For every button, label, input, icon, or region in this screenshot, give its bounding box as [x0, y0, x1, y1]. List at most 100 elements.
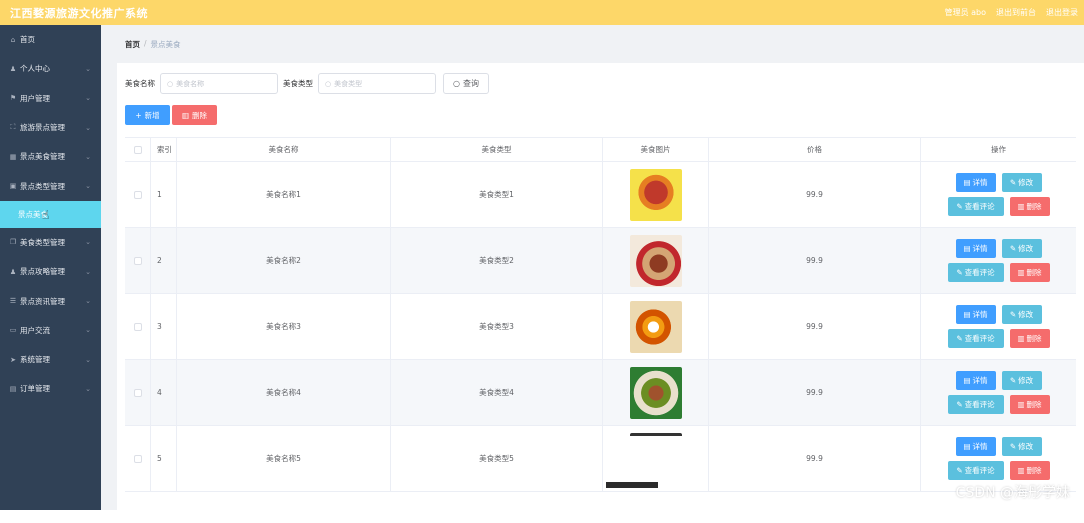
trash-icon: ▥ — [1017, 268, 1024, 277]
pencil-icon: ✎ — [956, 268, 962, 277]
plus-icon: + — [135, 111, 141, 120]
row-checkbox[interactable] — [134, 455, 142, 463]
row-checkbox[interactable] — [134, 191, 142, 199]
edit-button[interactable]: ✎修改 — [1002, 371, 1042, 390]
row-checkbox[interactable] — [134, 257, 142, 265]
detail-button[interactable]: ▤详情 — [956, 173, 996, 192]
content-panel: 美食名称 ○美食名称 美食类型 ○美食类型 ○查询 +新增 ▥删除 索引 美食名… — [117, 63, 1084, 523]
sidebar-item[interactable]: ▦景点美食管理⌄ — [0, 142, 101, 171]
chevron-down-icon: ⌄ — [85, 356, 91, 364]
edit-button[interactable]: ✎修改 — [1002, 239, 1042, 258]
header-price: 价格 — [709, 138, 921, 161]
breadcrumb-home[interactable]: 首页 — [125, 39, 140, 50]
detail-button[interactable]: ▤详情 — [956, 305, 996, 324]
sidebar-item[interactable]: ❐美食类型管理⌄ — [0, 228, 101, 257]
pencil-icon: ✎ — [1010, 178, 1016, 187]
batch-delete-button[interactable]: ▥删除 — [172, 105, 217, 125]
chevron-down-icon: ⌄ — [85, 297, 91, 305]
fullscreen-icon: ⛶ — [8, 123, 18, 132]
food-image[interactable] — [630, 367, 682, 419]
sidebar-item[interactable]: ♟景点攻略管理⌄ — [0, 257, 101, 286]
edit-button[interactable]: ✎修改 — [1002, 305, 1042, 324]
delete-button-label: 删除 — [1027, 267, 1042, 278]
pencil-icon: ✎ — [956, 466, 962, 475]
add-button[interactable]: +新增 — [125, 105, 170, 125]
delete-button[interactable]: ▥删除 — [1010, 263, 1050, 282]
logout-link[interactable]: 退出登录 — [1046, 7, 1078, 18]
name-search-input[interactable]: ○美食名称 — [160, 73, 278, 94]
view-review-button[interactable]: ✎查看评论 — [948, 329, 1004, 348]
detail-button-label: 详情 — [973, 243, 988, 254]
row-price: 99.9 — [709, 426, 921, 491]
row-checkbox[interactable] — [134, 389, 142, 397]
sidebar: ⌂首页♟个人中心⌄⚑用户管理⌄⛶旅游景点管理⌄▦景点美食管理⌄▣景点类型管理⌄景… — [0, 25, 101, 510]
detail-button[interactable]: ▤详情 — [956, 437, 996, 456]
search-icon: ○ — [325, 80, 331, 88]
food-image[interactable] — [630, 301, 682, 353]
chevron-down-icon: ⌄ — [85, 182, 91, 190]
detail-button[interactable]: ▤详情 — [956, 239, 996, 258]
breadcrumb-separator: / — [144, 39, 147, 50]
view-review-button[interactable]: ✎查看评论 — [948, 263, 1004, 282]
row-image-cell — [603, 294, 709, 359]
food-image[interactable] — [630, 433, 682, 485]
chevron-down-icon: ⌄ — [85, 153, 91, 161]
view-review-button-label: 查看评论 — [965, 267, 995, 278]
admin-label: 管理员 abo — [945, 7, 986, 18]
view-review-button[interactable]: ✎查看评论 — [948, 197, 1004, 216]
select-all-checkbox[interactable] — [134, 146, 142, 154]
sidebar-subitem-food[interactable]: 景点美食☝ — [0, 201, 101, 228]
sidebar-item[interactable]: ▤订单管理⌄ — [0, 374, 101, 403]
detail-button-label: 详情 — [973, 177, 988, 188]
delete-button[interactable]: ▥删除 — [1010, 197, 1050, 216]
edit-button[interactable]: ✎修改 — [1002, 173, 1042, 192]
sidebar-item-label: 景点类型管理 — [20, 181, 65, 192]
sidebar-item[interactable]: ☰景点资讯管理⌄ — [0, 286, 101, 315]
delete-label: 删除 — [192, 110, 207, 121]
table-row: 1美食名称1美食类型199.9▤详情✎修改✎查看评论▥删除 — [125, 162, 1076, 228]
user-icon: ♟ — [8, 65, 18, 73]
main-content: 首页 / 景点美食 美食名称 ○美食名称 美食类型 ○美食类型 ○查询 +新增 … — [101, 25, 1084, 510]
back-to-front-link[interactable]: 退出到前台 — [996, 7, 1036, 18]
sidebar-item-label: 旅游景点管理 — [20, 122, 65, 133]
row-select-cell — [125, 294, 151, 359]
trash-icon: ▥ — [1017, 400, 1024, 409]
chevron-down-icon: ⌄ — [85, 385, 91, 393]
sidebar-item[interactable]: ⛶旅游景点管理⌄ — [0, 113, 101, 142]
food-image[interactable] — [630, 169, 682, 221]
row-actions: ▤详情✎修改✎查看评论▥删除 — [921, 228, 1076, 293]
table-row: 2美食名称2美食类型299.9▤详情✎修改✎查看评论▥删除 — [125, 228, 1076, 294]
sidebar-item-label: 景点攻略管理 — [20, 266, 65, 277]
delete-button[interactable]: ▥删除 — [1010, 329, 1050, 348]
edit-button-label: 修改 — [1018, 243, 1033, 254]
search-bar: 美食名称 ○美食名称 美食类型 ○美食类型 ○查询 — [125, 73, 489, 94]
delete-button[interactable]: ▥删除 — [1010, 395, 1050, 414]
row-price: 99.9 — [709, 228, 921, 293]
query-button[interactable]: ○查询 — [443, 73, 489, 94]
delete-button-label: 删除 — [1027, 201, 1042, 212]
sidebar-item[interactable]: ⚑用户管理⌄ — [0, 84, 101, 113]
document-icon: ▤ — [963, 310, 970, 319]
detail-button-label: 详情 — [973, 441, 988, 452]
row-checkbox[interactable] — [134, 323, 142, 331]
sidebar-item[interactable]: ⌂首页 — [0, 25, 101, 54]
sidebar-item[interactable]: ▣景点类型管理⌄ — [0, 171, 101, 200]
sidebar-item[interactable]: ▭用户交流⌄ — [0, 316, 101, 345]
edit-button[interactable]: ✎修改 — [1002, 437, 1042, 456]
row-index: 4 — [151, 360, 177, 425]
sidebar-item[interactable]: ♟个人中心⌄ — [0, 54, 101, 83]
view-review-button[interactable]: ✎查看评论 — [948, 461, 1004, 480]
view-review-button-label: 查看评论 — [965, 399, 995, 410]
delete-button-label: 删除 — [1027, 399, 1042, 410]
detail-button[interactable]: ▤详情 — [956, 371, 996, 390]
food-image[interactable] — [630, 235, 682, 287]
chevron-down-icon: ⌄ — [85, 268, 91, 276]
pencil-icon: ✎ — [956, 400, 962, 409]
search-icon: ○ — [453, 79, 460, 88]
header-type: 美食类型 — [391, 138, 603, 161]
type-search-input[interactable]: ○美食类型 — [318, 73, 436, 94]
delete-button[interactable]: ▥删除 — [1010, 461, 1050, 480]
sidebar-item[interactable]: ➤系统管理⌄ — [0, 345, 101, 374]
view-review-button[interactable]: ✎查看评论 — [948, 395, 1004, 414]
grid-icon: ▦ — [8, 153, 18, 161]
